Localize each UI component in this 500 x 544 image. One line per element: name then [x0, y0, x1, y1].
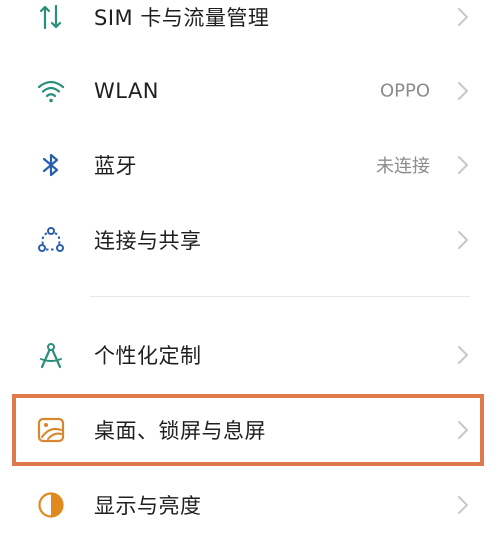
wifi-icon	[34, 74, 68, 108]
settings-item-label: 连接与共享	[94, 229, 202, 253]
settings-item-label: 显示与亮度	[94, 494, 202, 518]
settings-item-label: SIM 卡与流量管理	[94, 6, 270, 30]
settings-item-label: WLAN	[94, 79, 160, 103]
bluetooth-icon	[34, 148, 68, 182]
wallpaper-icon	[34, 413, 68, 447]
settings-item-sim[interactable]: SIM 卡与流量管理	[0, 0, 500, 54]
chevron-right-icon	[458, 346, 468, 364]
chevron-right-icon	[458, 421, 468, 439]
section-divider	[90, 296, 470, 297]
wlan-network-name: OPPO	[379, 80, 430, 102]
settings-item-wlan[interactable]: WLAN OPPO	[0, 54, 500, 128]
chevron-right-icon	[458, 156, 468, 174]
settings-item-label: 个性化定制	[94, 344, 202, 368]
chevron-right-icon	[458, 82, 468, 100]
settings-item-bluetooth[interactable]: 蓝牙 未连接	[0, 128, 500, 202]
chevron-right-icon	[458, 496, 468, 514]
sim-data-icon	[34, 0, 68, 34]
settings-item-label: 桌面、锁屏与息屏	[94, 419, 266, 443]
chevron-right-icon	[458, 231, 468, 249]
personalization-icon	[34, 338, 68, 372]
chevron-right-icon	[458, 8, 468, 26]
settings-item-personalization[interactable]: 个性化定制	[0, 318, 500, 392]
bluetooth-status: 未连接	[376, 156, 430, 177]
settings-item-label: 蓝牙	[94, 154, 137, 178]
share-icon	[34, 223, 68, 257]
settings-item-display-brightness[interactable]: 显示与亮度	[0, 468, 500, 542]
display-brightness-icon	[34, 488, 68, 522]
settings-item-desktop-lockscreen[interactable]: 桌面、锁屏与息屏	[0, 393, 500, 467]
settings-item-connection-sharing[interactable]: 连接与共享	[0, 203, 500, 277]
